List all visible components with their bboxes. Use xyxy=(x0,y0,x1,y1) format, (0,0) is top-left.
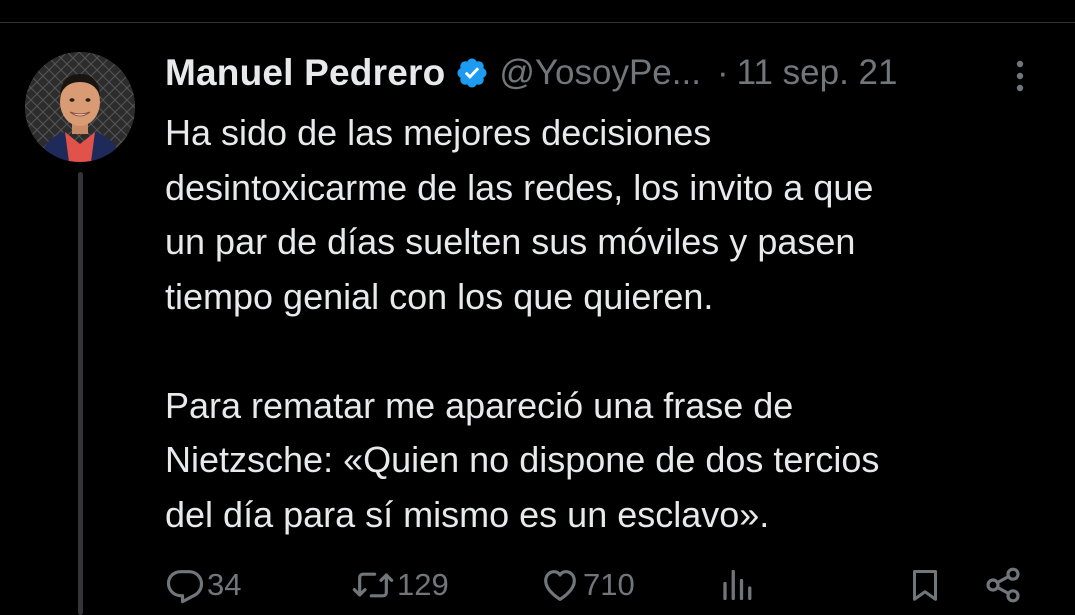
tweet-text-line: Para rematar me apareció una frase de xyxy=(165,384,794,426)
like-count: 710 xyxy=(583,567,635,602)
verified-badge-icon xyxy=(455,56,489,90)
reply-count: 34 xyxy=(207,567,242,602)
share-icon xyxy=(986,567,1020,603)
reply-icon xyxy=(166,570,204,604)
heart-icon xyxy=(544,570,576,601)
avatar-image xyxy=(25,52,135,162)
tweet-text: Ha sido de las mejores decisiones desint… xyxy=(165,106,1045,542)
retweet-count: 129 xyxy=(397,567,449,602)
bookmark-button[interactable] xyxy=(907,562,943,608)
views-button[interactable] xyxy=(719,562,755,608)
tweet-text-line: Nietzsche: «Quien no dispone de dos terc… xyxy=(165,439,880,480)
thread-line xyxy=(78,172,83,615)
share-button[interactable] xyxy=(983,562,1023,608)
tweet-header: Manuel Pedrero @YosoyPe... · 11 sep. 21 xyxy=(165,50,897,96)
display-name[interactable]: Manuel Pedrero xyxy=(165,52,445,94)
bookmark-icon xyxy=(913,570,937,601)
avatar[interactable] xyxy=(25,52,135,162)
views-icon xyxy=(723,569,752,601)
tweet-text-line: un par de días suelten sus móviles y pas… xyxy=(165,221,856,262)
separator-dot: · xyxy=(716,53,729,92)
user-handle[interactable]: @YosoyPe... xyxy=(499,53,701,93)
tweet-text-line: Ha sido de las mejores decisiones xyxy=(165,112,712,153)
timestamp[interactable]: 11 sep. 21 xyxy=(737,53,898,93)
tweet[interactable]: Manuel Pedrero @YosoyPe... · 11 sep. 21 … xyxy=(0,0,1075,615)
reply-button[interactable]: 34 xyxy=(165,562,241,608)
action-bar: 34 129 710 xyxy=(165,562,1035,608)
tweet-text-line: tiempo genial con los que quieren. xyxy=(165,275,714,317)
retweet-icon xyxy=(352,572,394,598)
tweet-text-line: desintoxicarme de las redes, los invito … xyxy=(165,166,874,208)
like-button[interactable]: 710 xyxy=(539,562,635,608)
more-options-icon[interactable] xyxy=(1010,56,1030,96)
tweet-text-line: del día para sí mismo es un esclavo». xyxy=(165,493,770,535)
retweet-button[interactable]: 129 xyxy=(351,562,449,608)
